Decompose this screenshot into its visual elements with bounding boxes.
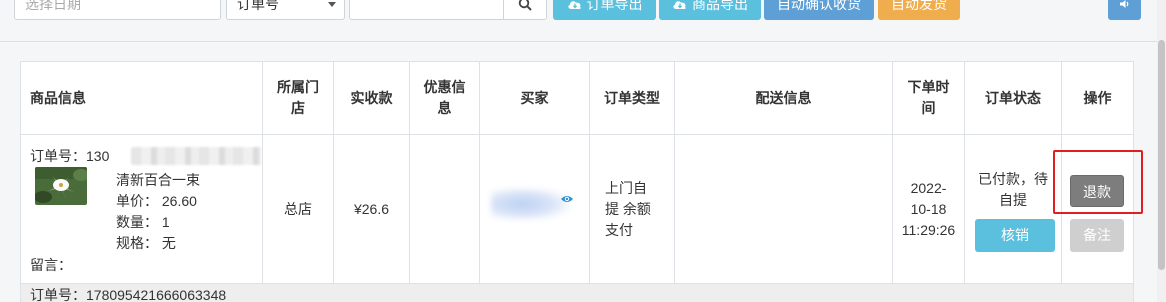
product-unit-price: 单价： 26.60 xyxy=(116,193,197,209)
note-button[interactable]: 备注 xyxy=(1070,219,1124,252)
auto-confirm-receipt-button[interactable]: 自动确认收货 xyxy=(764,0,874,20)
verify-button[interactable]: 核销 xyxy=(975,219,1055,252)
header-buyer: 买家 xyxy=(479,61,590,135)
product-spec: 规格： 无 xyxy=(116,235,176,251)
redacted-order-number xyxy=(131,147,261,165)
order-status-text: 已付款，待自提 xyxy=(978,171,1048,208)
store-cell: 总店 xyxy=(262,134,334,284)
header-actions: 操作 xyxy=(1061,61,1134,135)
auto-ship-button[interactable]: 自动发货 xyxy=(878,0,960,20)
buyer-cell xyxy=(479,134,590,284)
product-name[interactable]: 清新百合一束 xyxy=(116,170,200,191)
caret-down-icon xyxy=(328,2,336,7)
next-order-number: 订单号：178095421666063348 xyxy=(20,283,1134,302)
buyer-remark: 留言： xyxy=(30,257,72,273)
order-time-cell: 2022- 10-18 11:29:26 xyxy=(892,134,965,284)
actions-cell: 退款 备注 xyxy=(1053,134,1143,284)
export-goods-button[interactable]: 商品导出 xyxy=(659,0,761,20)
table-row-next-order: 订单号：178095421666063348 xyxy=(20,283,1134,302)
product-thumbnail[interactable] xyxy=(35,167,87,205)
scrollbar-thumb[interactable] xyxy=(1158,40,1165,270)
cloud-download-icon xyxy=(567,1,581,9)
header-order-time: 下单时间 xyxy=(892,61,965,135)
redacted-buyer-info xyxy=(491,188,569,220)
auto-confirm-label: 自动确认收货 xyxy=(777,0,861,12)
orders-table: 商品信息 所属门店 实收款 优惠信息 买家 订单类型 配送信息 下单时间 订单状… xyxy=(20,61,1143,302)
header-goods-info: 商品信息 xyxy=(20,61,263,135)
cloud-download-icon xyxy=(673,1,686,9)
product-quantity: 数量： 1 xyxy=(116,214,170,230)
header-delivery: 配送信息 xyxy=(674,61,893,135)
order-number-prefix: 130 xyxy=(86,148,110,164)
header-paid: 实收款 xyxy=(333,61,410,135)
order-time-text: 2022- 10-18 11:29:26 xyxy=(901,179,956,238)
search-type-select[interactable]: 订单号 xyxy=(226,0,345,20)
search-input[interactable] xyxy=(349,0,504,20)
export-orders-button[interactable]: 订单导出 xyxy=(553,0,656,20)
table-row: 订单号：130 清新百合一束 单价： 26.60 数量： 1 规格： 无 留言：… xyxy=(20,134,1143,284)
header-order-type: 订单类型 xyxy=(589,61,675,135)
header-discount: 优惠信息 xyxy=(409,61,480,135)
header-status: 订单状态 xyxy=(964,61,1062,135)
auto-ship-label: 自动发货 xyxy=(891,0,947,12)
sound-icon xyxy=(1119,0,1128,8)
order-type-text: 上门自提 余额支付 xyxy=(605,179,651,238)
search-button[interactable] xyxy=(503,0,547,20)
goods-info-cell: 订单号：130 清新百合一束 单价： 26.60 数量： 1 规格： 无 留言： xyxy=(20,134,263,284)
date-picker-input[interactable] xyxy=(14,0,221,20)
paid-amount-cell: ¥26.6 xyxy=(333,134,410,284)
product-details: 清新百合一束 单价： 26.60 数量： 1 规格： 无 xyxy=(116,170,200,254)
export-goods-label: 商品导出 xyxy=(692,0,748,12)
toolbar: 订单号 订单导出 商品导出 自动确认收货 xyxy=(0,0,1166,42)
discount-cell xyxy=(409,134,480,284)
export-orders-label: 订单导出 xyxy=(586,0,643,12)
sound-toggle-button[interactable] xyxy=(1108,0,1141,20)
order-number-label: 订单号： xyxy=(30,148,86,164)
table-header-row: 商品信息 所属门店 实收款 优惠信息 买家 订单类型 配送信息 下单时间 订单状… xyxy=(20,61,1134,135)
order-management-page: 订单号 订单导出 商品导出 自动确认收货 xyxy=(0,0,1166,302)
refund-button[interactable]: 退款 xyxy=(1070,175,1124,207)
order-status-cell: 已付款，待自提 核销 xyxy=(964,134,1062,284)
eye-icon[interactable] xyxy=(560,194,574,204)
header-store: 所属门店 xyxy=(262,61,334,135)
delivery-info-cell xyxy=(674,134,893,284)
order-number: 订单号：130 xyxy=(30,146,109,166)
order-type-cell: 上门自提 余额支付 xyxy=(589,134,675,284)
vertical-scrollbar[interactable] xyxy=(1157,0,1166,302)
search-type-value: 订单号 xyxy=(237,0,279,12)
search-icon xyxy=(518,0,532,11)
